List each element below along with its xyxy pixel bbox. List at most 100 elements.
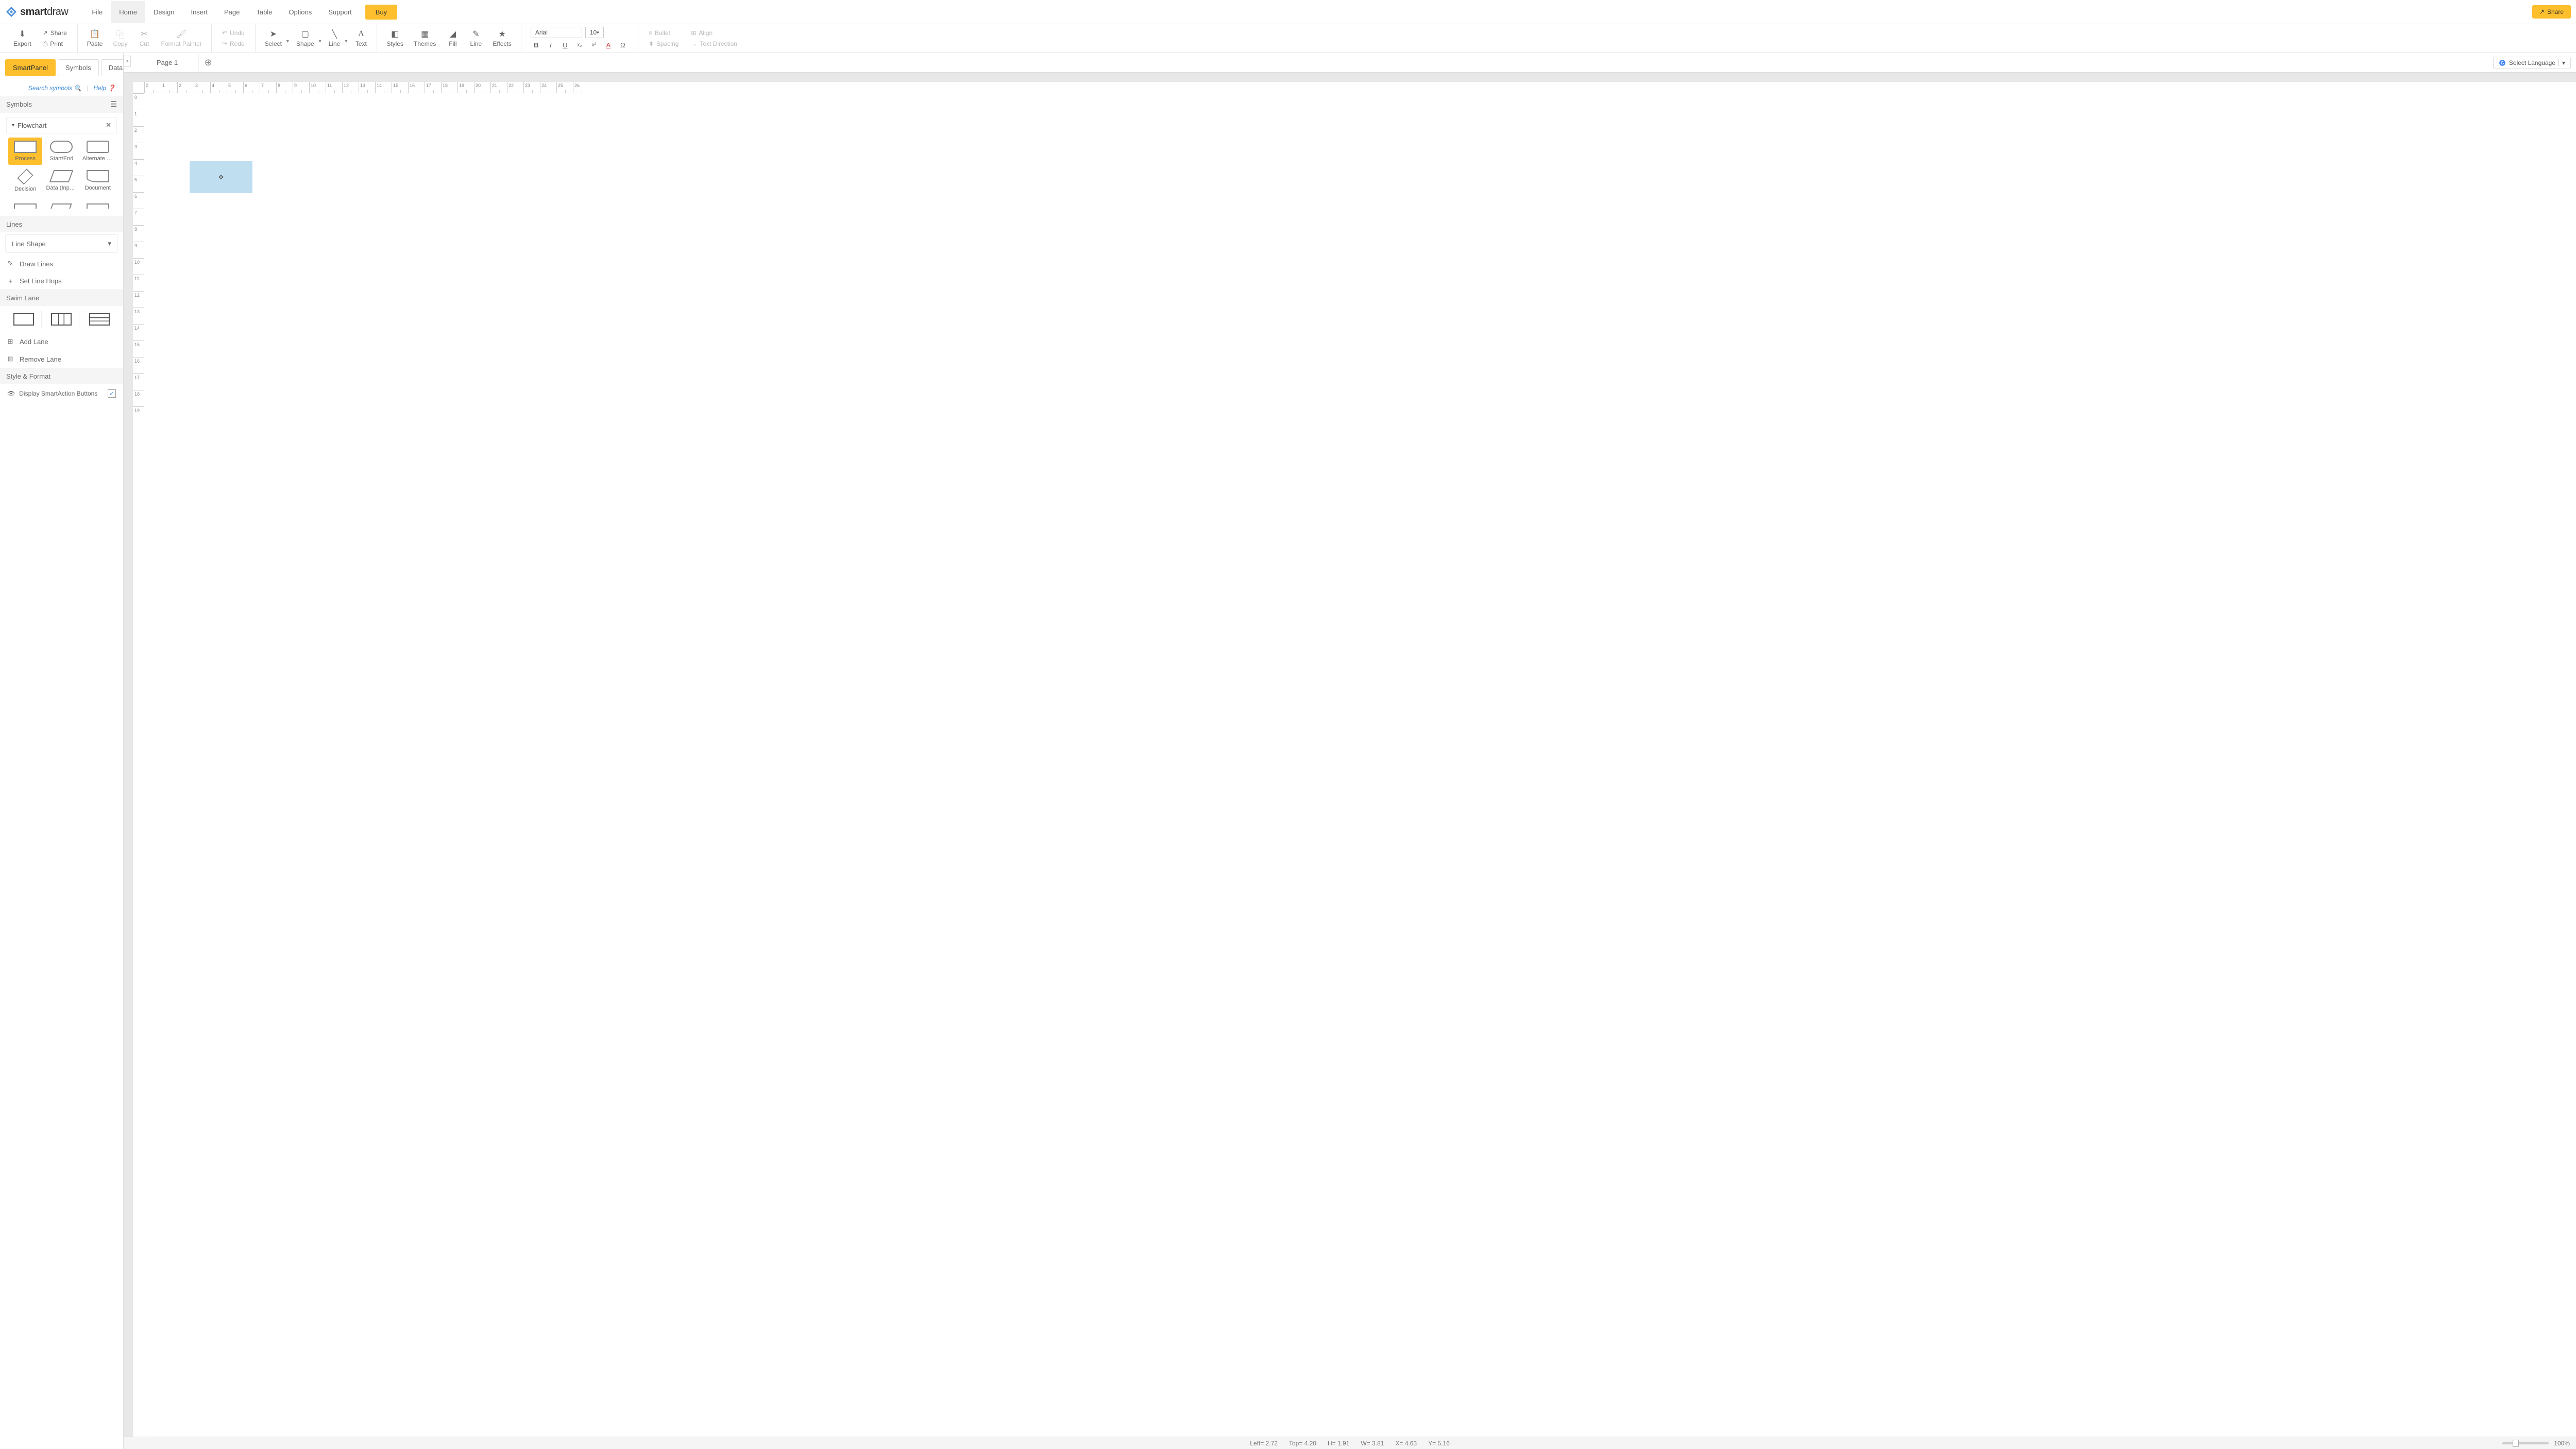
swim-columns[interactable] xyxy=(44,310,79,329)
symbol-decision[interactable]: Decision xyxy=(8,167,42,195)
font-family-select[interactable]: Arial xyxy=(531,27,582,38)
line-shape-dropdown[interactable]: Line Shape▾ xyxy=(5,234,118,253)
line-hops-button[interactable]: +Set Line Hops xyxy=(0,272,123,289)
print-button[interactable]: ⎙Print xyxy=(41,39,69,49)
underline-button[interactable]: U xyxy=(560,40,571,50)
tab-smartpanel[interactable]: SmartPanel xyxy=(5,59,56,76)
undo-button: ↶Undo xyxy=(220,28,247,38)
themes-button[interactable]: ▦Themes xyxy=(409,27,441,49)
share-small-button[interactable]: ↗Share xyxy=(41,28,69,38)
tab-symbols[interactable]: Symbols xyxy=(58,59,99,76)
hamburger-icon[interactable]: ☰ xyxy=(110,100,117,109)
category-close-icon[interactable]: ✕ xyxy=(106,121,111,129)
symbol-alternate[interactable]: Alternate Pr... xyxy=(81,138,115,165)
font-color-button[interactable]: A xyxy=(603,40,614,50)
menu-page[interactable]: Page xyxy=(216,1,248,23)
sidebar-tabs: SmartPanel Symbols Data ✕ xyxy=(0,53,123,80)
language-label: Select Language xyxy=(2509,59,2555,66)
drag-cursor-icon: ✥ xyxy=(218,174,224,181)
partial-shape-1-icon xyxy=(14,203,37,209)
superscript-button[interactable]: x² xyxy=(588,40,600,50)
symbol-document[interactable]: Document xyxy=(81,167,115,195)
start-end-shape-icon xyxy=(50,141,73,153)
fill-button[interactable]: ◢Fill xyxy=(441,27,464,49)
print-label: Print xyxy=(50,40,63,47)
redo-button: ↷Redo xyxy=(220,39,247,48)
lines-panel-header: Lines xyxy=(0,216,123,232)
decision-label: Decision xyxy=(14,186,36,192)
symbol-process[interactable]: Process xyxy=(8,138,42,165)
text-button[interactable]: AText xyxy=(349,27,372,49)
menu-design[interactable]: Design xyxy=(145,1,182,23)
swim-lane-panel-header: Swim Lane xyxy=(0,290,123,306)
swim-single[interactable] xyxy=(6,310,42,329)
pencil-icon: ✎ xyxy=(6,260,14,268)
drawing-canvas[interactable]: ✥ xyxy=(144,93,2576,1437)
themes-label: Themes xyxy=(414,40,436,47)
buy-button[interactable]: Buy xyxy=(365,5,397,20)
share-button[interactable]: ↗ Share xyxy=(2532,5,2571,19)
symbol-start-end[interactable]: Start/End xyxy=(44,138,78,165)
partial-shape-3-icon xyxy=(87,203,109,209)
help-link[interactable]: Help ❓ xyxy=(93,84,115,92)
page-tab-1[interactable]: Page 1 xyxy=(136,54,199,72)
font-size-select[interactable]: 10▾ xyxy=(585,27,604,38)
star-icon: ★ xyxy=(498,29,507,39)
menu-support[interactable]: Support xyxy=(320,1,360,23)
smart-action-checkbox-row[interactable]: 👁Display SmartAction Buttons ✓ xyxy=(0,384,123,403)
divider: | xyxy=(87,84,88,92)
text-direction-button: →Text Direction xyxy=(689,39,739,48)
remove-lane-button[interactable]: ⊟Remove Lane xyxy=(0,350,123,368)
language-selector[interactable]: G Select Language ▾ xyxy=(2493,57,2571,69)
draw-lines-button[interactable]: ✎ Draw Lines xyxy=(0,255,123,272)
menu-file[interactable]: File xyxy=(83,1,111,23)
decision-shape-icon xyxy=(18,168,33,184)
add-page-button[interactable]: ⊕ xyxy=(199,57,217,68)
search-symbols-link[interactable]: Search symbols 🔍 xyxy=(28,84,81,92)
styles-icon: ◧ xyxy=(391,29,400,39)
add-lane-button[interactable]: ⊞Add Lane xyxy=(0,333,123,350)
ruler-corner xyxy=(133,82,144,93)
menu-table[interactable]: Table xyxy=(248,1,280,23)
logo-icon xyxy=(5,6,18,18)
symbol-partial-1[interactable] xyxy=(8,200,42,212)
bullet-icon: ≡ xyxy=(649,29,652,37)
search-icon: 🔍 xyxy=(74,84,81,92)
document-label: Document xyxy=(85,185,111,191)
process-label: Process xyxy=(15,156,36,162)
paste-button[interactable]: 📋Paste xyxy=(82,27,108,49)
subscript-button[interactable]: x₂ xyxy=(574,40,585,50)
swim-header-label: Swim Lane xyxy=(6,294,39,302)
symbol-category-flowchart[interactable]: Flowchart ✕ xyxy=(6,117,117,133)
swim-columns-icon xyxy=(51,313,72,326)
shape-button[interactable]: ▢Shape xyxy=(291,27,324,49)
sidebar-collapse-handle[interactable]: > xyxy=(124,56,131,67)
cut-button: ✂Cut xyxy=(132,27,156,49)
italic-button[interactable]: I xyxy=(545,40,556,50)
line-button[interactable]: ╲Line xyxy=(324,27,350,49)
styles-button[interactable]: ◧Styles xyxy=(381,27,409,49)
export-button[interactable]: ⬇ Export xyxy=(8,27,37,49)
menu-options[interactable]: Options xyxy=(280,1,320,23)
app-logo[interactable]: smartdraw xyxy=(5,6,68,18)
line-icon: ╲ xyxy=(330,29,339,39)
menu-home[interactable]: Home xyxy=(111,1,145,23)
process-shape-instance[interactable]: ✥ xyxy=(190,161,252,193)
data-shape-icon xyxy=(49,170,74,182)
smart-action-checkbox[interactable]: ✓ xyxy=(108,389,116,398)
zoom-handle[interactable] xyxy=(2513,1440,2519,1447)
zoom-slider[interactable] xyxy=(2502,1442,2549,1444)
draw-lines-label: Draw Lines xyxy=(20,260,53,268)
swim-rows[interactable] xyxy=(81,310,117,329)
symbol-partial-3[interactable] xyxy=(81,200,115,212)
menu-insert[interactable]: Insert xyxy=(182,1,216,23)
effects-button[interactable]: ★Effects xyxy=(487,27,516,49)
search-text: Search symbols xyxy=(28,84,72,92)
line-style-button[interactable]: ✎Line xyxy=(464,27,487,49)
symbol-partial-2[interactable] xyxy=(44,200,78,212)
text-direction-label: Text Direction xyxy=(700,40,737,47)
select-button[interactable]: ➤Select xyxy=(260,27,291,49)
symbol-data-input[interactable]: Data (Input... xyxy=(44,167,78,195)
symbol-button[interactable]: Ω xyxy=(617,40,629,50)
bold-button[interactable]: B xyxy=(531,40,542,50)
